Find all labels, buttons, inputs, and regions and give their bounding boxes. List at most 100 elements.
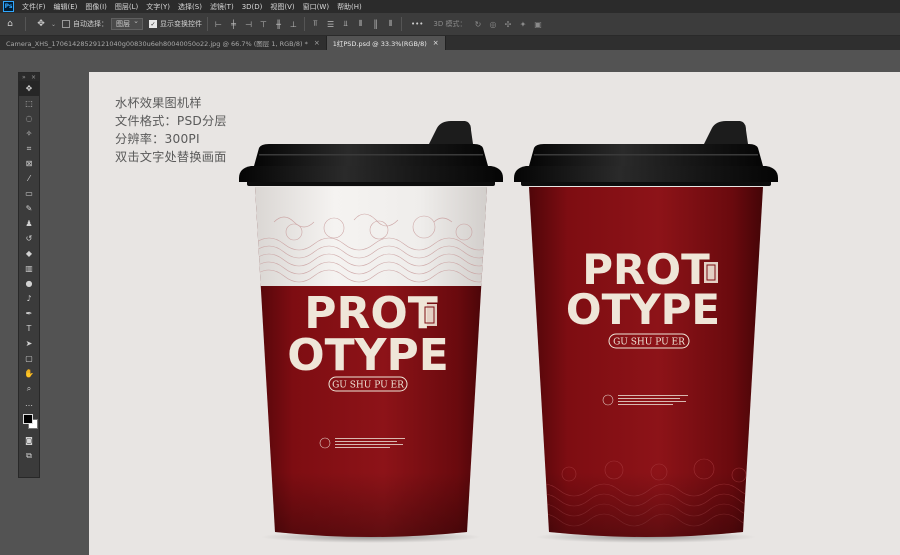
- tools-panel-header: » ×: [19, 73, 39, 81]
- pen-tool-icon[interactable]: ✒: [19, 306, 39, 321]
- marquee-tool-icon[interactable]: ⬚: [19, 96, 39, 111]
- healing-brush-tool-icon[interactable]: ▭: [19, 186, 39, 201]
- color-swatches[interactable]: [19, 411, 39, 433]
- cup-left: PROT OTYPE GU SHU PU ER: [239, 121, 503, 543]
- cup-left-title-line2: OTYPE: [287, 330, 449, 381]
- cup-left-bottom-shade: [255, 472, 487, 537]
- menu-layer[interactable]: 图层(L): [111, 2, 142, 12]
- align-top-icon[interactable]: ⊤: [258, 19, 269, 30]
- align-right-icon[interactable]: ⊣: [243, 19, 254, 30]
- auto-select-label: 自动选择：: [73, 20, 109, 28]
- show-transform-checkbox[interactable]: ✓: [149, 20, 158, 28]
- show-transform-label: 显示变换控件: [160, 20, 203, 28]
- slide-3d-icon[interactable]: ✦: [518, 19, 529, 30]
- distribute-top-icon[interactable]: ⫪: [310, 19, 321, 30]
- close-icon[interactable]: ×: [433, 39, 439, 47]
- menu-edit[interactable]: 编辑(E): [50, 2, 82, 12]
- divider: [304, 17, 306, 31]
- options-bar: ⌂ ✥ ⌄ 自动选择： 图层 ✓ 显示变换控件 ⊢ ╪ ⊣ ⊤ ╫ ⊥ ⫪ ☰ …: [0, 13, 900, 36]
- zoom-tool-icon[interactable]: ⌕: [19, 381, 39, 396]
- rectangle-tool-icon[interactable]: ▢: [19, 351, 39, 366]
- collapse-icon[interactable]: »: [22, 74, 26, 81]
- menu-3d[interactable]: 3D(D): [238, 3, 267, 11]
- brush-tool-icon[interactable]: ✎: [19, 201, 39, 216]
- menu-view[interactable]: 视图(V): [266, 2, 298, 12]
- move-tool-icon[interactable]: ✥: [34, 17, 48, 31]
- cup-left-white-band: [255, 187, 487, 286]
- distribute-hcenter-icon[interactable]: ║: [370, 19, 381, 30]
- menu-file[interactable]: 文件(F): [18, 2, 50, 12]
- dodge-tool-icon[interactable]: ♪: [19, 291, 39, 306]
- gradient-tool-icon[interactable]: ▥: [19, 261, 39, 276]
- align-left-icon[interactable]: ⊢: [213, 19, 224, 30]
- divider: [207, 17, 209, 31]
- eyedropper-tool-icon[interactable]: ⁄: [19, 171, 39, 186]
- cup-right-badge-text: GU SHU PU ER: [613, 338, 685, 348]
- home-icon[interactable]: ⌂: [3, 17, 17, 31]
- menu-type[interactable]: 文字(Y): [142, 2, 174, 12]
- photoshop-logo-icon[interactable]: Ps: [3, 1, 14, 12]
- distribute-left-icon[interactable]: ⦀: [355, 19, 366, 30]
- frame-tool-icon[interactable]: ⊠: [19, 156, 39, 171]
- tab-label: Camera_XHS_17061428529121040g00830u6eh80…: [6, 40, 308, 48]
- lasso-tool-icon[interactable]: ◌: [19, 111, 39, 126]
- cup-right: PROT OTYPE GU SHU PU ER: [514, 121, 778, 543]
- clone-stamp-tool-icon[interactable]: ♟: [19, 216, 39, 231]
- roll-3d-icon[interactable]: ◎: [488, 19, 499, 30]
- cup-right-lid-spout: [704, 121, 748, 144]
- tab-cup-psd[interactable]: 1红PSD.psd @ 33.3%(RGB/8) ×: [326, 36, 446, 50]
- align-center-h-icon[interactable]: ╪: [228, 19, 239, 30]
- align-bottom-icon[interactable]: ⊥: [288, 19, 299, 30]
- photoshop-window: Ps 文件(F) 编辑(E) 图像(I) 图层(L) 文字(Y) 选择(S) 滤…: [0, 0, 900, 555]
- close-icon[interactable]: ×: [31, 74, 36, 81]
- tab-label: 1红PSD.psd @ 33.3%(RGB/8): [332, 40, 427, 48]
- cup-mockups: PROT OTYPE GU SHU PU ER PROT OTYPE GU SH…: [239, 121, 778, 543]
- menu-bar: Ps 文件(F) 编辑(E) 图像(I) 图层(L) 文字(Y) 选择(S) 滤…: [0, 0, 900, 13]
- 3d-mode-label: 3D 模式：: [433, 20, 467, 28]
- align-middle-v-icon[interactable]: ╫: [273, 19, 284, 30]
- chevron-down-icon[interactable]: ⌄: [51, 21, 56, 28]
- layer-dropdown[interactable]: 图层: [111, 17, 144, 30]
- move-tool-icon[interactable]: ✥: [19, 81, 39, 96]
- menu-image[interactable]: 图像(I): [81, 2, 111, 12]
- layer-dropdown-value: 图层: [116, 20, 131, 28]
- crop-tool-icon[interactable]: ⌗: [19, 141, 39, 156]
- menu-filter[interactable]: 滤镜(T): [206, 2, 238, 12]
- divider: [401, 17, 403, 31]
- menu-help[interactable]: 帮助(H): [333, 2, 366, 12]
- align-buttons: ⊢ ╪ ⊣ ⊤ ╫ ⊥: [213, 19, 299, 30]
- cup-right-bottom-shade: [529, 472, 763, 537]
- foreground-color-swatch[interactable]: [23, 414, 33, 424]
- cup-left-lid-spout: [429, 121, 473, 144]
- menu-select[interactable]: 选择(S): [174, 2, 206, 12]
- type-tool-icon[interactable]: T: [19, 321, 39, 336]
- cup-left-lid-base: [239, 166, 503, 182]
- orbit-3d-icon[interactable]: ↻: [473, 19, 484, 30]
- cup-right-title-line2: OTYPE: [566, 285, 720, 334]
- history-brush-tool-icon[interactable]: ↺: [19, 231, 39, 246]
- screen-mode-icon[interactable]: ⧉: [19, 448, 39, 463]
- distribute-center-icon[interactable]: ☰: [325, 19, 336, 30]
- path-selection-tool-icon[interactable]: ➤: [19, 336, 39, 351]
- edit-toolbar-icon[interactable]: …: [19, 396, 39, 411]
- auto-select-checkbox[interactable]: [62, 20, 71, 28]
- close-icon[interactable]: ×: [314, 39, 320, 47]
- menu-window[interactable]: 窗口(W): [299, 2, 333, 12]
- more-options-button[interactable]: •••: [411, 20, 423, 28]
- distribute-bottom-icon[interactable]: ⫫: [340, 19, 351, 30]
- quick-mask-icon[interactable]: ◙: [19, 433, 39, 448]
- eraser-tool-icon[interactable]: ◆: [19, 246, 39, 261]
- 3d-mode-buttons: ↻ ◎ ✣ ✦ ▣: [473, 19, 544, 30]
- drag-3d-icon[interactable]: ✣: [503, 19, 514, 30]
- cup-right-lid-base: [514, 166, 778, 182]
- camera-3d-icon[interactable]: ▣: [533, 19, 544, 30]
- cup-left-badge-text: GU SHU PU ER: [332, 381, 404, 391]
- tab-camera-jpg[interactable]: Camera_XHS_17061428529121040g00830u6eh80…: [0, 36, 327, 50]
- hand-tool-icon[interactable]: ✋: [19, 366, 39, 381]
- magic-wand-tool-icon[interactable]: ✧: [19, 126, 39, 141]
- document-tabs: Camera_XHS_17061428529121040g00830u6eh80…: [0, 36, 900, 50]
- tools-panel: » × ✥ ⬚ ◌ ✧ ⌗ ⊠ ⁄ ▭ ✎ ♟ ↺ ◆ ▥ ● ♪ ✒ T ➤ …: [18, 72, 40, 478]
- blur-tool-icon[interactable]: ●: [19, 276, 39, 291]
- distribute-right-icon[interactable]: ⫴: [385, 19, 396, 30]
- document-canvas[interactable]: 水杯效果图机样 文件格式：PSD分层 分辨率：300PI 双击文字处替换画面 P…: [89, 72, 900, 555]
